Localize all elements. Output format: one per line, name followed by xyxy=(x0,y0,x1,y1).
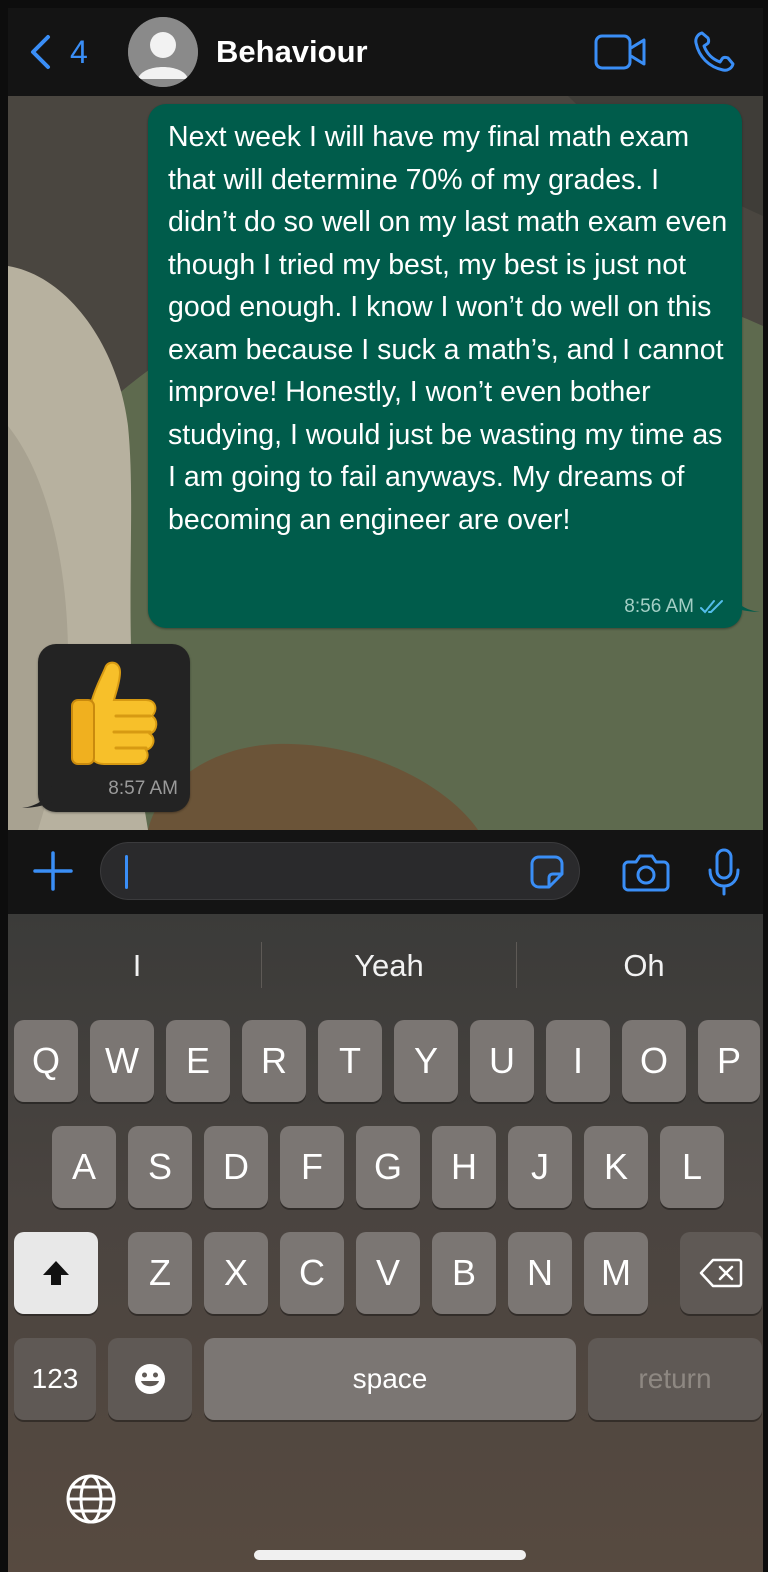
chevron-left-icon[interactable] xyxy=(28,34,54,70)
message-input[interactable] xyxy=(100,842,580,900)
outgoing-message-meta: 8:56 AM xyxy=(624,596,726,618)
video-camera-icon[interactable] xyxy=(594,33,646,71)
key-w[interactable]: W xyxy=(90,1020,154,1102)
key-o[interactable]: O xyxy=(622,1020,686,1102)
key-q[interactable]: Q xyxy=(14,1020,78,1102)
thumbs-up-emoji xyxy=(71,661,158,765)
keyboard: I Yeah Oh Q W E R T Y U I O P A S D F G … xyxy=(8,914,763,1572)
key-p[interactable]: P xyxy=(698,1020,760,1102)
suggestion-divider xyxy=(516,942,517,988)
back-unread-count[interactable]: 4 xyxy=(70,32,88,72)
backspace-icon xyxy=(699,1258,743,1288)
incoming-message[interactable]: 8:57 AM xyxy=(38,644,190,812)
key-v[interactable]: V xyxy=(356,1232,420,1314)
key-s[interactable]: S xyxy=(128,1126,192,1208)
key-a[interactable]: A xyxy=(52,1126,116,1208)
suggestion-item[interactable]: Oh xyxy=(519,946,768,986)
key-t[interactable]: T xyxy=(318,1020,382,1102)
key-y[interactable]: Y xyxy=(394,1020,458,1102)
predictive-bar: I Yeah Oh xyxy=(8,914,763,1018)
double-check-icon xyxy=(700,600,723,614)
numbers-key[interactable]: 123 xyxy=(14,1338,96,1420)
outgoing-message[interactable]: Next week I will have my final math exam… xyxy=(148,104,742,628)
text-caret xyxy=(125,855,128,889)
key-x[interactable]: X xyxy=(204,1232,268,1314)
suggestion-divider xyxy=(261,942,262,988)
camera-icon[interactable] xyxy=(622,852,670,892)
phone-icon[interactable] xyxy=(692,30,736,74)
plus-icon[interactable] xyxy=(32,850,74,892)
shift-key[interactable] xyxy=(14,1232,98,1314)
message-composer xyxy=(8,830,763,914)
avatar[interactable] xyxy=(128,17,198,87)
outgoing-message-text: Next week I will have my final math exam… xyxy=(168,121,728,536)
key-m[interactable]: M xyxy=(584,1232,648,1314)
key-f[interactable]: F xyxy=(280,1126,344,1208)
shift-arrow-icon xyxy=(43,1261,69,1285)
space-key[interactable]: space xyxy=(204,1338,576,1420)
key-h[interactable]: H xyxy=(432,1126,496,1208)
chat-area[interactable]: Next week I will have my final math exam… xyxy=(8,96,763,830)
key-b[interactable]: B xyxy=(432,1232,496,1314)
emoji-face-icon xyxy=(135,1364,165,1394)
key-c[interactable]: C xyxy=(280,1232,344,1314)
outgoing-message-time: 8:56 AM xyxy=(624,596,694,617)
outgoing-bubble-tail xyxy=(728,586,760,612)
key-j[interactable]: J xyxy=(508,1126,572,1208)
avatar-placeholder-icon xyxy=(128,17,198,87)
incoming-bubble-tail xyxy=(22,786,52,808)
chat-header: 4 Behaviour xyxy=(8,8,763,96)
emoji-key[interactable] xyxy=(108,1338,192,1420)
contact-name[interactable]: Behaviour xyxy=(216,32,368,72)
suggestion-item[interactable]: I xyxy=(12,946,262,986)
home-indicator[interactable] xyxy=(254,1550,526,1560)
key-l[interactable]: L xyxy=(660,1126,724,1208)
suggestion-item[interactable]: Yeah xyxy=(264,946,514,986)
microphone-icon[interactable] xyxy=(706,848,742,896)
key-e[interactable]: E xyxy=(166,1020,230,1102)
return-key[interactable]: return xyxy=(588,1338,762,1420)
key-d[interactable]: D xyxy=(204,1126,268,1208)
key-r[interactable]: R xyxy=(242,1020,306,1102)
delete-key[interactable] xyxy=(680,1232,762,1314)
key-i[interactable]: I xyxy=(546,1020,610,1102)
key-g[interactable]: G xyxy=(356,1126,420,1208)
sticker-icon[interactable] xyxy=(529,854,565,890)
incoming-message-time: 8:57 AM xyxy=(108,778,178,799)
key-z[interactable]: Z xyxy=(128,1232,192,1314)
globe-icon[interactable] xyxy=(64,1472,118,1526)
key-u[interactable]: U xyxy=(470,1020,534,1102)
key-n[interactable]: N xyxy=(508,1232,572,1314)
key-k[interactable]: K xyxy=(584,1126,648,1208)
